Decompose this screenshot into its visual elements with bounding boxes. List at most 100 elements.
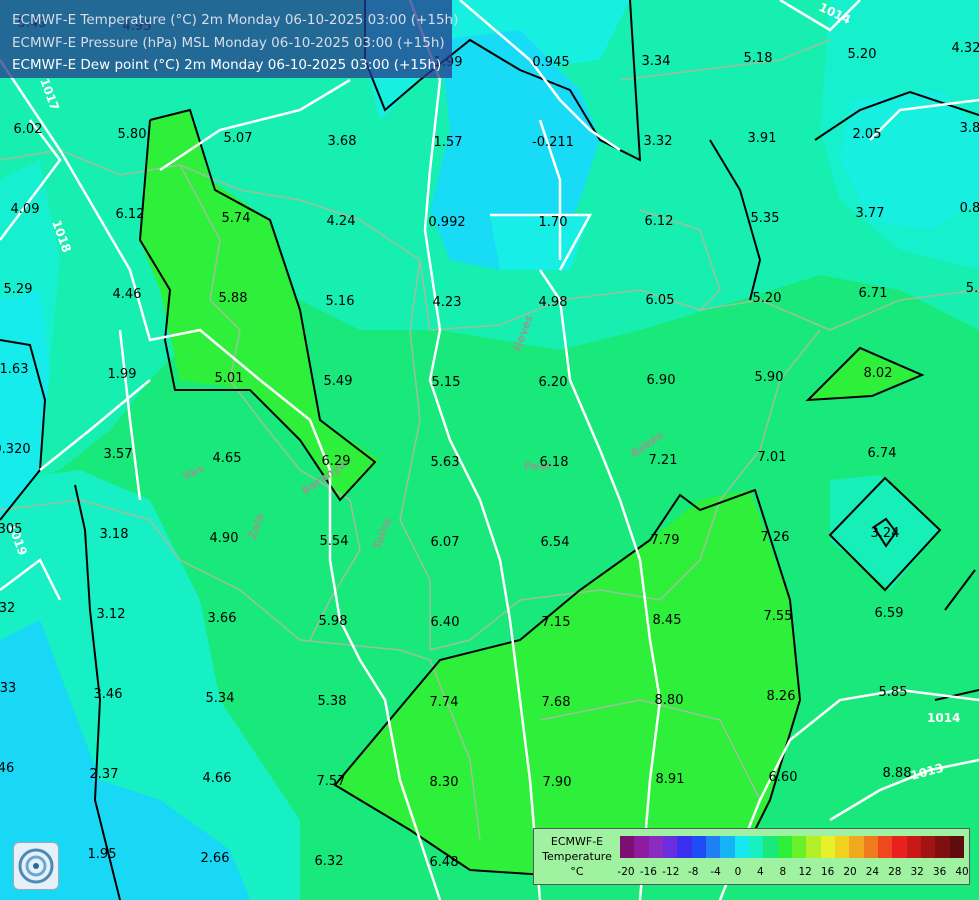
dew-point-value: 5.85 [879,685,908,700]
dew-point-value: 4.32 [952,41,979,56]
dew-point-value: 4.09 [11,202,40,217]
title-box: ECMWF-E Temperature (°C) 2m Monday 06-10… [0,0,458,78]
dew-point-value: 1.70 [539,215,568,230]
title-temperature: ECMWF-E Temperature (°C) 2m Monday 06-10… [12,12,459,28]
dew-point-value: 2.37 [90,767,119,782]
legend-color-swatch [834,836,850,858]
dew-point-value: 6.12 [116,207,145,222]
dew-point-value: 6.90 [647,373,676,388]
legend-color-swatch [662,836,678,858]
dew-point-value: 5.20 [753,291,782,306]
legend-tick-label: 16 [820,866,835,878]
legend-tick-label: 28 [888,866,902,878]
dew-point-value: 7.55 [764,609,793,624]
dew-point-value: 5.90 [755,370,784,385]
legend-color-swatch [892,836,907,858]
dew-point-value: 1.63 [0,362,28,377]
dew-point-value: 2.66 [201,851,230,866]
dew-point-value: 0.945 [532,55,569,70]
legend-color-swatch [691,836,706,858]
dew-point-value: 46 [0,761,14,776]
legend-color-swatch [677,836,692,858]
dew-point-value: 3.32 [644,134,673,149]
temperature-legend: ECMWF-E Temperature °C -20 -16 -12 -8 -4 0 4 8 1… [533,828,970,885]
dew-point-value: 3.68 [328,134,357,149]
legend-color-swatch [720,836,735,858]
dew-point-value: 3.34 [642,54,671,69]
dew-point-value: 1.99 [108,367,137,382]
dew-point-value: 3.18 [100,527,129,542]
dew-point-value: 3.24 [871,526,900,541]
dew-point-value: 6.48 [430,855,459,870]
dew-point-value: 5.80 [118,127,147,142]
dew-point-value: 6.74 [868,446,897,461]
dew-point-value: 1.95 [88,847,117,862]
legend-tick-label: 36 [932,866,947,878]
dew-point-value: 3.12 [97,607,126,622]
dew-point-value: 6.12 [645,214,674,229]
dew-point-value: 8.80 [655,693,684,708]
logo [13,842,59,890]
dew-point-value: 32 [0,601,15,616]
dew-point-value: 8.88 [883,766,912,781]
dew-point-value: 5.35 [751,211,780,226]
dew-point-value: 4.24 [327,214,356,229]
dew-point-value: 6.18 [540,455,569,470]
legend-tick-label: 32 [910,866,924,878]
legend-tick-label: -8 [687,866,699,878]
dew-point-value: 6.07 [431,535,460,550]
legend-title-model: ECMWF-E [550,835,604,848]
legend-tick-label: 12 [798,866,812,878]
legend-color-swatch [877,836,893,858]
legend-tick-label: 20 [843,866,857,878]
legend-color-swatch [935,836,950,858]
dew-point-value: 6.40 [431,615,460,630]
legend-color-swatch [849,836,864,858]
dew-point-value: 6.54 [541,535,570,550]
dew-point-value: 5.20 [848,47,877,62]
dew-point-value: 5.49 [324,374,353,389]
dew-point-value: 6.60 [769,770,798,785]
dew-point-value: 4.98 [539,295,568,310]
dew-point-value: 1.57 [434,135,463,150]
legend-color-swatch [634,836,649,858]
dew-point-value: 6.29 [322,454,351,469]
legend-color-swatch [820,836,835,858]
dew-point-value: 5.54 [320,534,349,549]
legend-color-swatch [620,836,635,858]
dew-point-value: 5.34 [206,691,235,706]
dew-point-value: 7.74 [430,695,459,710]
dew-point-value: 5.29 [4,282,33,297]
legend-tick-label: 4 [757,866,764,878]
dew-point-value: 3.46 [94,687,123,702]
legend-tick-label: -12 [662,866,680,878]
dew-point-value: 7.01 [758,450,787,465]
logo-swirl-icon [18,848,54,884]
dew-point-value: 6.32 [315,854,344,869]
legend-title-unit: °C [570,865,584,878]
dew-point-value: 2.05 [853,127,882,142]
dew-point-value: 3.77 [856,206,885,221]
dew-point-value: 7.21 [649,453,678,468]
legend-tick-label: 24 [865,866,880,878]
legend-color-swatch [906,836,921,858]
legend-color-swatch [748,836,764,858]
dew-point-value: 0.8 [960,201,979,216]
dew-point-value: 4.66 [203,771,232,786]
dew-point-value: 3.8 [960,121,979,136]
dew-point-value: 6.59 [875,606,904,621]
dew-point-value: 4.46 [113,287,142,302]
legend-color-bar [620,836,964,858]
dew-point-value: 8.30 [430,775,459,790]
dew-point-value: 305 [0,522,22,537]
dew-point-value: 7.68 [542,695,571,710]
isobar-label-1014: 1014 [927,711,960,725]
dew-point-value: 5.74 [222,211,251,226]
dew-point-value: 6.71 [859,286,888,301]
legend-color-swatch [791,836,807,858]
dew-point-value: 5.88 [219,291,248,306]
dew-point-value: 0.992 [428,215,465,230]
legend-tick-label: 8 [779,866,787,878]
dew-point-value: 5.38 [318,694,347,709]
dew-point-value: 3.66 [208,611,237,626]
